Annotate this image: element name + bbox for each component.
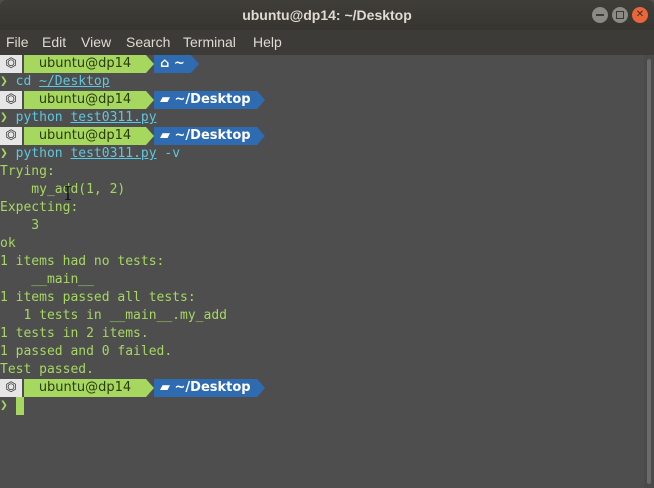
menu-bar: File Edit View Search Terminal Help [0, 30, 654, 55]
menu-file[interactable]: File [6, 30, 29, 55]
prompt-user: ubuntu@dp14 [24, 379, 146, 397]
command-line: ❯ cd ~/Desktop [0, 73, 110, 91]
vertical-scrollbar[interactable] [644, 55, 654, 488]
window-title: ubuntu@dp14: ~/Desktop [242, 7, 412, 23]
prompt-line: ⏣ ubuntu@dp14 ▰ ~/Desktop [0, 379, 270, 397]
command-name: cd [15, 74, 32, 89]
text-cursor [16, 397, 24, 415]
prompt-dir: ~/Desktop [174, 128, 251, 143]
command-line: ❯ python test0311.py -v [0, 145, 180, 163]
close-icon: ✕ [635, 9, 645, 20]
ubuntu-logo-icon: ⏣ [0, 379, 22, 397]
prompt-separator-icon [257, 379, 265, 397]
prompt-dir: ~/Desktop [174, 92, 251, 107]
prompt-dir-segment: ▰ ~/Desktop [154, 91, 257, 109]
prompt-dir-segment: ⌂ ~ [154, 55, 191, 73]
title-bar[interactable]: ubuntu@dp14: ~/Desktop ✕ [0, 0, 654, 30]
menu-terminal[interactable]: Terminal [183, 30, 236, 55]
output-line: __main__ [0, 272, 94, 287]
maximize-icon [616, 11, 624, 19]
menu-help[interactable]: Help [253, 30, 282, 55]
prompt-chevron-icon: ❯ [0, 146, 8, 161]
prompt-dir: ~/Desktop [174, 380, 251, 395]
menu-search[interactable]: Search [126, 30, 170, 55]
output-line: 1 items had no tests: [0, 254, 165, 269]
prompt-chevron-icon: ❯ [0, 74, 8, 89]
folder-icon: ▰ [160, 128, 170, 143]
prompt-separator-icon [257, 91, 265, 109]
ubuntu-logo-icon: ⏣ [0, 55, 22, 73]
prompt-chevron-icon: ❯ [0, 398, 8, 413]
output-line: 1 tests in 2 items. [0, 326, 149, 341]
output-line: 1 tests in __main__.my_add [0, 308, 227, 323]
output-line: 1 passed and 0 failed. [0, 344, 173, 359]
terminal-area[interactable]: ⏣ ubuntu@dp14 ⌂ ~ ❯ cd ~/Desktop ⏣ ubunt… [0, 55, 644, 488]
output-line: ok [0, 236, 16, 251]
prompt-dir-segment: ▰ ~/Desktop [154, 127, 257, 145]
folder-icon: ▰ [160, 380, 170, 395]
terminal-window: ubuntu@dp14: ~/Desktop ✕ File Edit View … [0, 0, 654, 488]
minimize-button[interactable] [592, 7, 608, 23]
output-line: 1 items passed all tests: [0, 290, 196, 305]
prompt-separator-icon [257, 127, 265, 145]
ubuntu-logo-icon: ⏣ [0, 91, 22, 109]
output-line: my_add(1, 2) [0, 182, 126, 197]
output-line: Trying: [0, 164, 55, 179]
prompt-separator-icon [146, 55, 154, 73]
prompt-separator-icon [146, 91, 154, 109]
close-button[interactable]: ✕ [632, 7, 648, 23]
ubuntu-logo-icon: ⏣ [0, 127, 22, 145]
prompt-user: ubuntu@dp14 [24, 91, 146, 109]
command-line: ❯ python test0311.py [0, 109, 157, 127]
prompt-separator-icon [146, 127, 154, 145]
prompt-separator-icon [191, 55, 199, 73]
prompt-dir: ~ [173, 56, 185, 71]
output-line: 3 [0, 218, 40, 233]
prompt-user: ubuntu@dp14 [24, 55, 146, 73]
command-arg[interactable]: test0311.py [70, 110, 156, 125]
minimize-icon [596, 14, 604, 16]
command-arg[interactable]: test0311.py [70, 146, 156, 161]
prompt-dir-segment: ▰ ~/Desktop [154, 379, 257, 397]
folder-icon: ▰ [160, 92, 170, 107]
command-name: python [15, 110, 63, 125]
prompt-line: ⏣ ubuntu@dp14 ⌂ ~ [0, 55, 220, 73]
prompt-chevron-icon: ❯ [0, 110, 8, 125]
prompt-separator-icon [146, 379, 154, 397]
command-flag: -v [156, 146, 181, 161]
home-icon: ⌂ [160, 56, 170, 71]
output-line: Test passed. [0, 362, 94, 377]
prompt-user: ubuntu@dp14 [24, 127, 146, 145]
menu-view[interactable]: View [81, 30, 111, 55]
maximize-button[interactable] [612, 7, 628, 23]
scrollbar-thumb[interactable] [647, 59, 651, 484]
prompt-line: ⏣ ubuntu@dp14 ▰ ~/Desktop [0, 91, 270, 109]
output-line: Expecting: [0, 200, 79, 215]
prompt-line: ⏣ ubuntu@dp14 ▰ ~/Desktop [0, 127, 270, 145]
command-name: python [15, 146, 63, 161]
mouse-ibeam-icon [65, 185, 71, 201]
menu-edit[interactable]: Edit [42, 30, 66, 55]
command-arg[interactable]: ~/Desktop [39, 74, 109, 89]
